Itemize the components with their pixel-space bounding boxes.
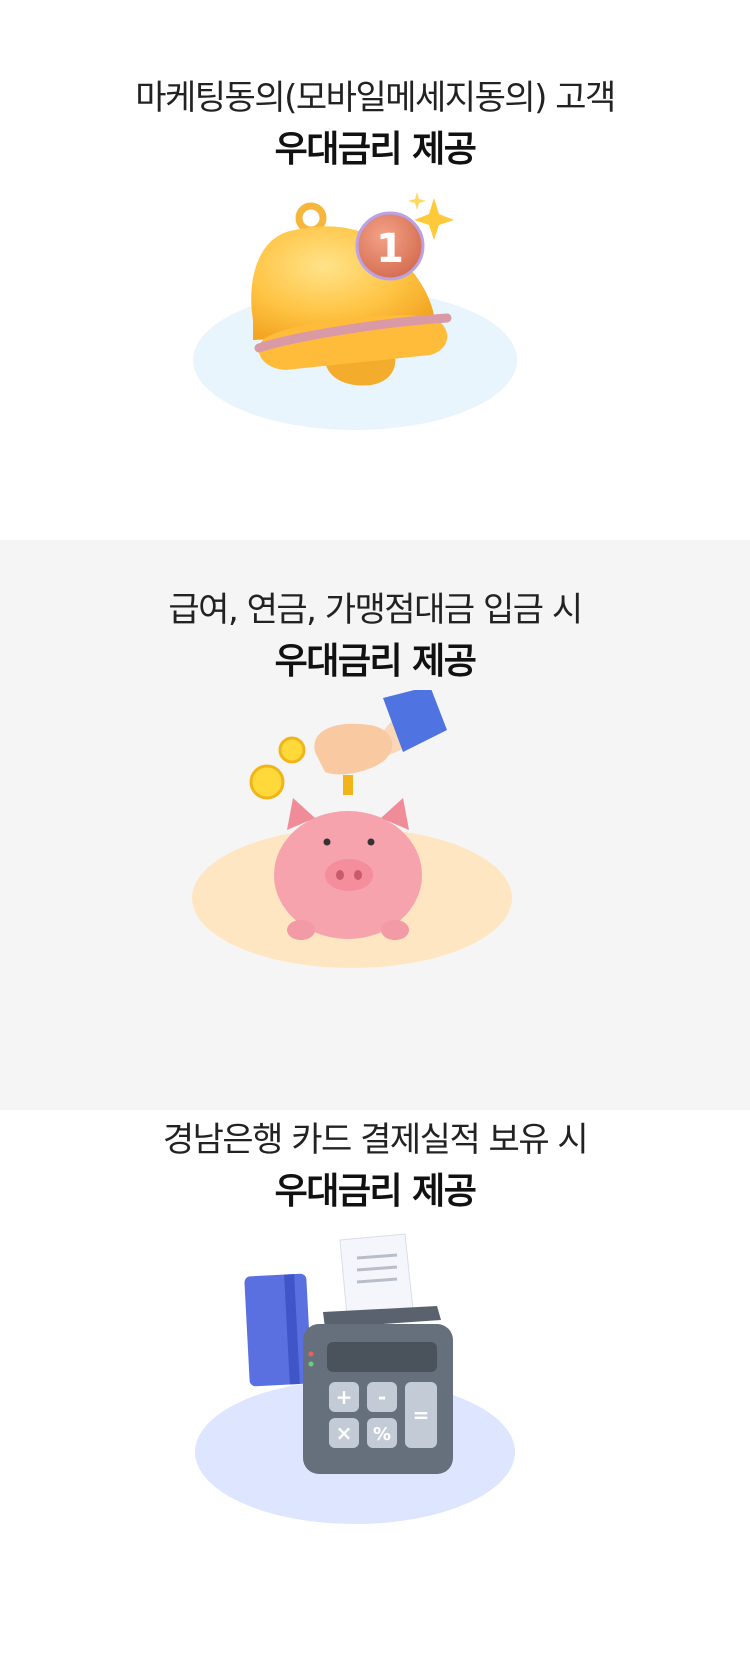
piggy-leg — [287, 920, 315, 940]
key-plus-label: + — [336, 1385, 353, 1409]
credit-card — [244, 1273, 312, 1387]
page: 마케팅동의(모바일메세지동의) 고객 우대금리 제공 1 급여, 연금, 가맹점… — [0, 0, 750, 1662]
benefit-title: 우대금리 제공 — [274, 129, 477, 170]
benefit-subtitle: 경남은행 카드 결제실적 보유 시 — [162, 1120, 589, 1160]
sparkle-small-icon — [408, 192, 426, 210]
benefit-subtitle: 급여, 연금, 가맹점대금 입금 시 — [168, 590, 583, 630]
bell-loop — [295, 202, 327, 234]
piggy-leg — [381, 920, 409, 940]
terminal-display — [327, 1342, 437, 1372]
status-light-red — [308, 1351, 314, 1357]
key-equals-label: = — [413, 1403, 430, 1427]
benefit-title: 우대금리 제공 — [274, 1171, 477, 1212]
benefit-subtitle: 마케팅동의(모바일메세지동의) 고객 — [135, 78, 616, 118]
card-payment-terminal-icon: + - × % = — [195, 1233, 515, 1524]
bell-notification-icon: 1 — [193, 192, 517, 430]
key-percent-label: % — [373, 1424, 391, 1445]
benefit-section-marketing-consent: 마케팅동의(모바일메세지동의) 고객 우대금리 제공 1 — [0, 0, 750, 540]
piggy-nostril — [354, 870, 362, 880]
piggy-bank-icon — [192, 690, 512, 968]
receipt-paper — [339, 1233, 414, 1317]
key-minus-label: - — [378, 1385, 386, 1409]
coin-icon — [249, 764, 285, 800]
hand — [314, 723, 393, 775]
badge-number: 1 — [376, 226, 404, 272]
piggy-eye-left — [323, 838, 331, 846]
status-light-green — [308, 1361, 314, 1367]
coin-slot-coin — [343, 775, 353, 795]
benefit-section-card-payment: 경남은행 카드 결제실적 보유 시 우대금리 제공 + - × % = — [0, 1110, 750, 1662]
piggy-snout — [325, 859, 373, 891]
piggy-nostril — [336, 870, 344, 880]
coin-icon — [278, 736, 306, 764]
benefit-section-deposit: 급여, 연금, 가맹점대금 입금 시 우대금리 제공 — [0, 540, 750, 1110]
benefit-title: 우대금리 제공 — [274, 641, 477, 682]
key-multiply-label: × — [336, 1421, 353, 1445]
piggy-eye-right — [367, 838, 375, 846]
